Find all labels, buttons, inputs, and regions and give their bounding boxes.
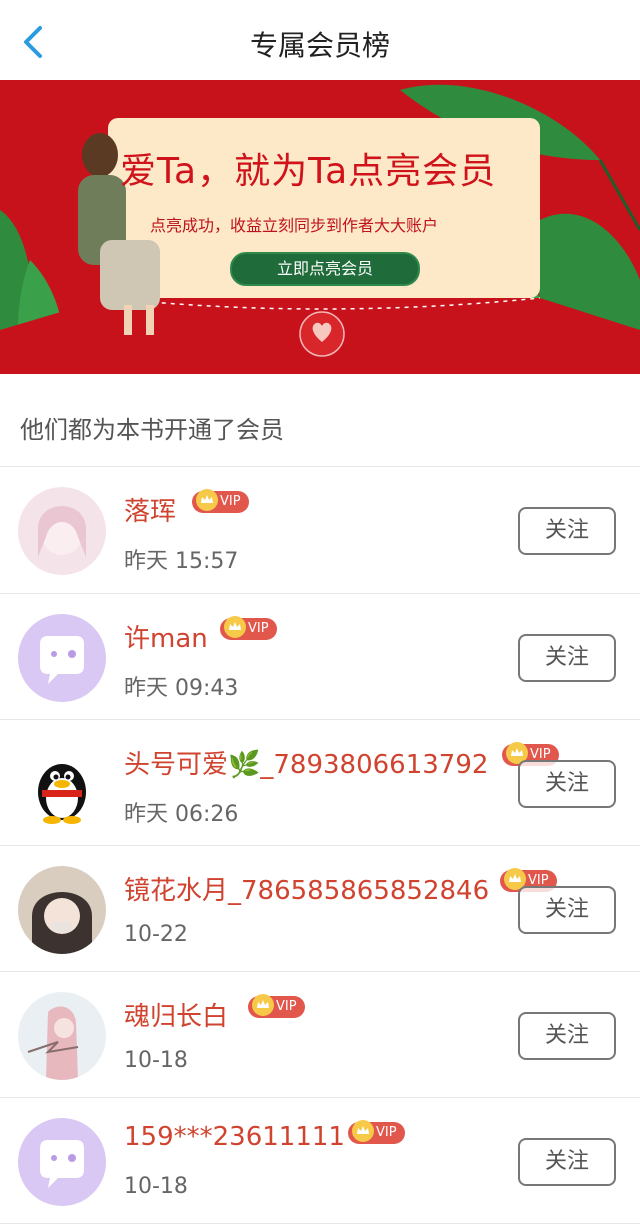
list-item[interactable]: 159***23611111 VIP 10-18 关注 (0, 1098, 640, 1224)
member-time: 昨天 15:57 (124, 549, 239, 574)
promo-banner[interactable]: 爱Ta，就为Ta点亮会员 点亮成功，收益立刻同步到作者大大账户 立即点亮会员 (0, 80, 640, 374)
member-time: 10-22 (124, 922, 188, 947)
banner-title: 爱Ta，就为Ta点亮会员 (120, 151, 497, 192)
member-name[interactable]: 159***23611111 (124, 1122, 345, 1152)
crown-icon (352, 1120, 374, 1142)
light-up-vip-button[interactable]: 立即点亮会员 (230, 252, 420, 286)
follow-button[interactable]: 关注 (518, 1012, 616, 1060)
member-time: 昨天 06:26 (124, 802, 239, 827)
avatar[interactable] (18, 740, 106, 828)
member-time: 10-18 (124, 1048, 188, 1073)
avatar[interactable] (18, 614, 106, 702)
crown-icon (252, 994, 274, 1016)
vip-badge: VIP (220, 616, 277, 640)
banner-subtitle: 点亮成功，收益立刻同步到作者大大账户 (150, 216, 439, 235)
vip-badge: VIP (192, 489, 249, 513)
follow-button[interactable]: 关注 (518, 886, 616, 934)
member-name[interactable]: 许man (124, 618, 208, 655)
follow-button[interactable]: 关注 (518, 507, 616, 555)
member-name[interactable]: 头号可爱🌿_7893806613792 (124, 744, 488, 781)
list-item[interactable]: 头号可爱🌿_7893806613792 VIP 昨天 06:26 关注 (0, 720, 640, 846)
list-item[interactable]: 落珲 VIP 昨天 15:57 关注 (0, 467, 640, 593)
follow-button[interactable]: 关注 (518, 1138, 616, 1186)
crown-icon (196, 489, 218, 511)
avatar[interactable] (18, 487, 106, 575)
list-item[interactable]: 许man VIP 昨天 09:43 关注 (0, 594, 640, 720)
page-title: 专属会员榜 (249, 29, 390, 62)
section-title: 他们都为本书开通了会员 (20, 416, 284, 444)
follow-button[interactable]: 关注 (518, 634, 616, 682)
avatar[interactable] (18, 992, 106, 1080)
member-time: 昨天 09:43 (124, 676, 239, 701)
vip-badge: VIP (248, 994, 305, 1018)
list-item[interactable]: 魂归长白 VIP 10-18 关注 (0, 972, 640, 1098)
avatar[interactable] (18, 866, 106, 954)
member-name[interactable]: 落珲 (124, 491, 176, 528)
crown-icon (224, 616, 246, 638)
list-item[interactable]: 镜花水月_786585865852846 VIP 10-22 关注 (0, 846, 640, 972)
divider (0, 1223, 640, 1224)
follow-button[interactable]: 关注 (518, 760, 616, 808)
member-name[interactable]: 魂归长白 (124, 996, 228, 1033)
vip-badge: VIP (348, 1120, 405, 1144)
member-name[interactable]: 镜花水月_786585865852846 (124, 870, 489, 907)
top-bar: 专属会员榜 (0, 0, 640, 82)
avatar[interactable] (18, 1118, 106, 1206)
member-time: 10-18 (124, 1174, 188, 1199)
